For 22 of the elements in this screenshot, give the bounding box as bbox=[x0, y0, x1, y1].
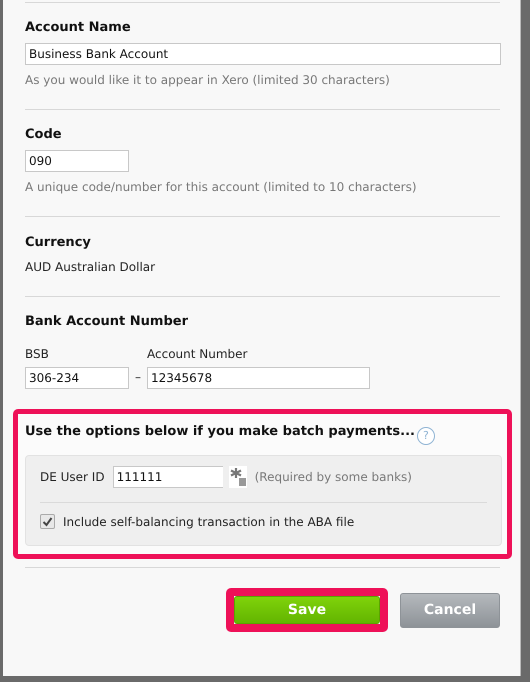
separator-text: – bbox=[135, 370, 141, 386]
field-label: Account Number bbox=[147, 347, 248, 361]
field-label: Account Name bbox=[25, 20, 132, 35]
asterisk-icon bbox=[228, 466, 247, 488]
hint-text: A unique code/number for this account (limited to 10 characters) bbox=[25, 180, 418, 194]
field-label: Bank Account Number bbox=[25, 314, 189, 329]
field-label: Currency bbox=[25, 235, 92, 250]
field-label: DE User ID bbox=[40, 470, 105, 484]
de-user-id-field[interactable]: 111111 bbox=[112, 466, 223, 488]
code-field[interactable]: 090 bbox=[25, 150, 129, 172]
checkbox[interactable] bbox=[40, 514, 55, 529]
account-number-field[interactable]: 12345678 bbox=[147, 367, 370, 389]
account-name-field[interactable]: Business Bank Account bbox=[25, 43, 501, 65]
note-text: (Required by some banks) bbox=[254, 470, 412, 484]
bsb-field[interactable]: 306-234 bbox=[25, 367, 129, 389]
checkbox-label: Include self-balancing transaction in the ABA file bbox=[63, 514, 354, 528]
hint-text: As you would like it to appear in Xero (limited 30 characters) bbox=[25, 73, 391, 87]
field-label: BSB bbox=[25, 347, 50, 361]
field-label: Code bbox=[25, 127, 63, 142]
section-heading: Use the options below if you make batch payments... bbox=[25, 424, 415, 439]
checkmark-icon bbox=[42, 516, 53, 527]
currency-value: AUD Australian Dollar bbox=[25, 260, 156, 274]
